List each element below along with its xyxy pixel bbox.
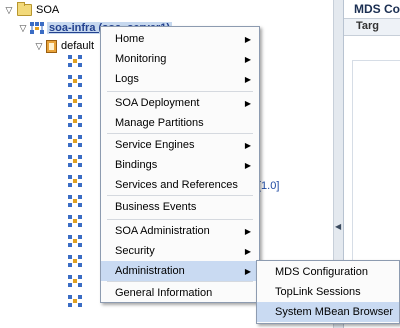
menu-item-soa-administration[interactable]: SOA Administration ▶ bbox=[101, 221, 259, 241]
menu-item-label: Service Engines bbox=[115, 139, 195, 151]
composite-icon[interactable] bbox=[68, 175, 82, 187]
menu-item-label: Monitoring bbox=[115, 53, 167, 65]
administration-submenu: MDS Configuration TopLink Sessions System … bbox=[256, 260, 400, 324]
menu-separator bbox=[107, 133, 253, 134]
composite-icon[interactable] bbox=[68, 295, 82, 307]
menu-item-security[interactable]: Security ▶ bbox=[101, 241, 259, 261]
page-title: MDS Co bbox=[354, 2, 400, 16]
collapse-triangle-icon[interactable]: ▽ bbox=[4, 5, 14, 16]
submenu-arrow-icon: ▶ bbox=[244, 246, 251, 256]
submenu-item-label: TopLink Sessions bbox=[275, 286, 361, 298]
menu-separator bbox=[107, 195, 253, 196]
menu-item-soa-deployment[interactable]: SOA Deployment ▶ bbox=[101, 93, 259, 113]
menu-item-administration[interactable]: Administration ▶ bbox=[101, 261, 259, 281]
composite-icon[interactable] bbox=[68, 135, 82, 147]
menu-item-service-engines[interactable]: Service Engines ▶ bbox=[101, 135, 259, 155]
menu-separator bbox=[107, 219, 253, 220]
menu-item-label: Business Events bbox=[115, 201, 197, 213]
composite-icon[interactable] bbox=[68, 255, 82, 267]
context-menu: Home ▶ Monitoring ▶ Logs ▶ SOA Deployment ▶ Mana… bbox=[100, 26, 260, 303]
menu-item-label: Logs bbox=[115, 73, 139, 85]
menu-item-label: Bindings bbox=[115, 159, 158, 171]
composite-icon[interactable] bbox=[68, 195, 82, 207]
composite-version-text: [1.0] bbox=[258, 180, 280, 192]
tree-node-soa[interactable]: ▽ SOA bbox=[4, 2, 59, 18]
tree-node-default[interactable]: ▽ default bbox=[34, 38, 94, 54]
menu-item-label: SOA Administration bbox=[115, 225, 210, 237]
menu-item-label: Security bbox=[115, 245, 155, 257]
composite-icon[interactable] bbox=[68, 95, 82, 107]
menu-item-label: Manage Partitions bbox=[115, 117, 204, 129]
tab-target[interactable]: Targ bbox=[356, 20, 379, 32]
menu-item-manage-partitions[interactable]: Manage Partitions bbox=[101, 113, 259, 133]
collapse-triangle-icon[interactable]: ▽ bbox=[34, 41, 44, 52]
menu-item-label: General Information bbox=[115, 287, 213, 299]
submenu-arrow-icon: ▶ bbox=[244, 140, 251, 150]
menu-item-monitoring[interactable]: Monitoring ▶ bbox=[101, 49, 259, 69]
menu-separator bbox=[107, 281, 253, 282]
collapse-triangle-icon[interactable]: ▽ bbox=[18, 23, 28, 34]
submenu-item-mds-configuration[interactable]: MDS Configuration bbox=[257, 262, 399, 282]
partition-icon bbox=[46, 39, 57, 53]
submenu-arrow-icon: ▶ bbox=[244, 160, 251, 170]
menu-item-label: Administration bbox=[115, 265, 185, 277]
soa-infra-icon bbox=[30, 22, 44, 34]
menu-item-label: SOA Deployment bbox=[115, 97, 200, 109]
submenu-item-label: System MBean Browser bbox=[275, 306, 393, 318]
composite-icon[interactable] bbox=[68, 235, 82, 247]
composite-icon[interactable] bbox=[68, 215, 82, 227]
submenu-arrow-icon: ▶ bbox=[244, 266, 251, 276]
tree-node-label: default bbox=[61, 40, 95, 52]
composite-icon[interactable] bbox=[68, 275, 82, 287]
menu-item-general-information[interactable]: General Information bbox=[101, 283, 259, 303]
submenu-arrow-icon: ▶ bbox=[244, 34, 251, 44]
composite-icon[interactable] bbox=[68, 55, 82, 67]
tree-node-label: SOA bbox=[36, 4, 60, 16]
composite-icon[interactable] bbox=[68, 155, 82, 167]
menu-separator bbox=[107, 91, 253, 92]
menu-item-home[interactable]: Home ▶ bbox=[101, 29, 259, 49]
submenu-item-toplink-sessions[interactable]: TopLink Sessions bbox=[257, 282, 399, 302]
submenu-arrow-icon: ▶ bbox=[244, 74, 251, 84]
menu-item-bindings[interactable]: Bindings ▶ bbox=[101, 155, 259, 175]
tab-bar: Targ bbox=[344, 18, 400, 36]
menu-item-business-events[interactable]: Business Events bbox=[101, 197, 259, 217]
composite-icon[interactable] bbox=[68, 115, 82, 127]
submenu-arrow-icon: ▶ bbox=[244, 226, 251, 236]
submenu-arrow-icon: ▶ bbox=[244, 98, 251, 108]
submenu-item-system-mbean-browser[interactable]: System MBean Browser bbox=[257, 302, 399, 322]
composite-icon[interactable] bbox=[68, 75, 82, 87]
menu-item-label: Home bbox=[115, 33, 145, 45]
submenu-item-label: MDS Configuration bbox=[275, 266, 368, 278]
menu-item-services-and-references[interactable]: Services and References bbox=[101, 175, 259, 195]
menu-item-label: Services and References bbox=[115, 179, 238, 191]
folder-icon bbox=[17, 2, 32, 16]
menu-item-logs[interactable]: Logs ▶ bbox=[101, 69, 259, 89]
collapse-arrow-icon[interactable]: ◀ bbox=[335, 222, 341, 231]
submenu-arrow-icon: ▶ bbox=[244, 54, 251, 64]
